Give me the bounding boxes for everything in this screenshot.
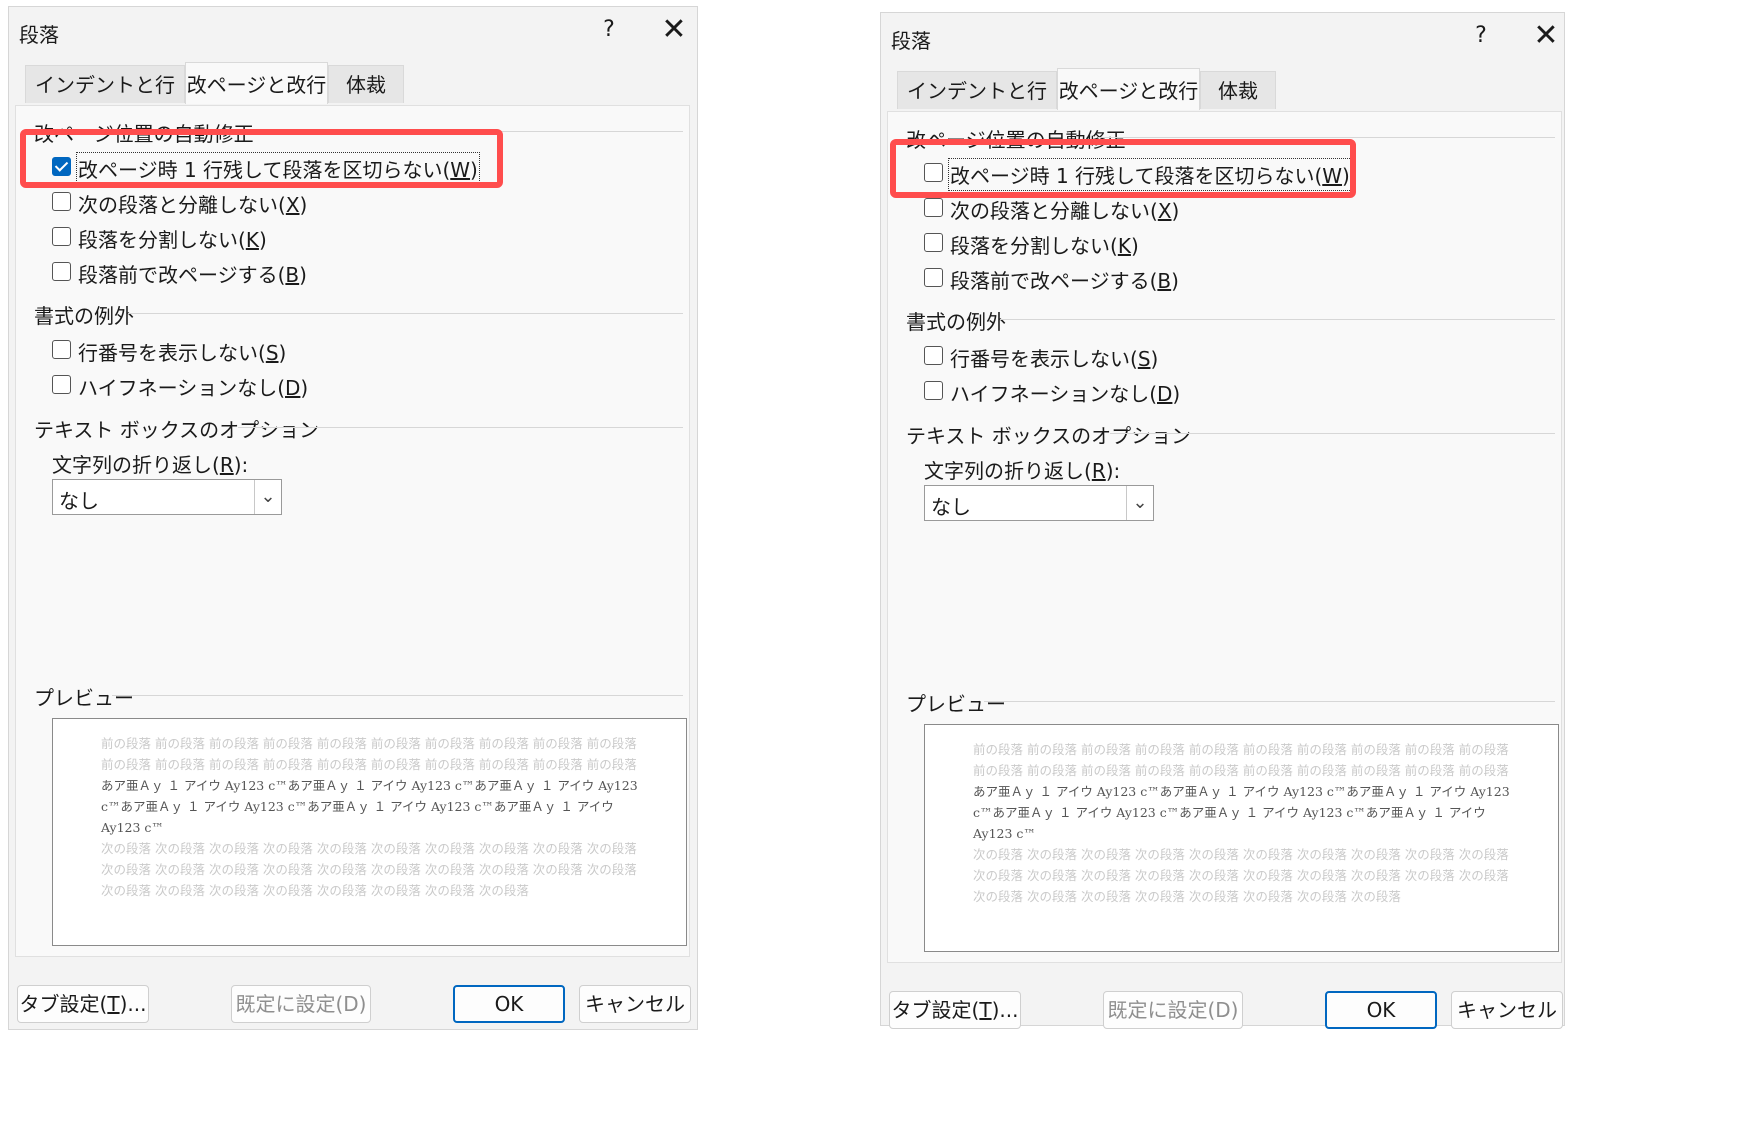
group-divider	[984, 701, 1555, 702]
tabs-button[interactable]: タブ設定(T)...	[889, 991, 1021, 1029]
text-wrap-value: なし	[931, 495, 971, 519]
keep-lines-together-checkbox[interactable]	[52, 227, 71, 246]
preview-previous-paragraph: 前の段落 前の段落 前の段落 前の段落 前の段落 前の段落 前の段落 前の段落 …	[101, 736, 637, 772]
text-wrap-select[interactable]: なし ⌄	[924, 485, 1154, 521]
highlight-box-left	[20, 129, 503, 188]
page-break-before-checkbox[interactable]	[924, 268, 943, 287]
ok-button[interactable]: OK	[1325, 991, 1437, 1029]
keep-lines-together-label[interactable]: 段落を分割しない(K)	[950, 230, 1139, 259]
keep-lines-together-label[interactable]: 段落を分割しない(K)	[78, 224, 267, 253]
set-as-default-button[interactable]: 既定に設定(D)	[1103, 991, 1243, 1029]
exceptions-heading: 書式の例外	[906, 310, 1006, 334]
chevron-down-icon[interactable]: ⌄	[254, 480, 281, 514]
page-break-before-label[interactable]: 段落前で改ページする(B)	[78, 259, 307, 288]
suppress-line-numbers-checkbox[interactable]	[924, 346, 943, 365]
group-divider	[128, 313, 683, 314]
group-divider	[112, 695, 683, 696]
text-wrap-label: 文字列の折り返し(R):	[52, 453, 249, 477]
tabs-button[interactable]: タブ設定(T)...	[17, 985, 149, 1023]
suppress-line-numbers-label[interactable]: )行番号を表示しない(S)	[78, 337, 286, 366]
keep-with-next-checkbox[interactable]	[52, 192, 71, 211]
preview-current-paragraph: あア亜Ａｙ １ アイウ Ay123 c™あア亜Ａｙ １ アイウ Ay123 c™…	[973, 784, 1510, 841]
exceptions-heading: 書式の例外	[34, 304, 134, 328]
preview-heading: プレビュー	[34, 686, 134, 710]
textbox-options-heading: テキスト ボックスのオプション	[906, 424, 1192, 448]
no-hyphenation-checkbox[interactable]	[52, 375, 71, 394]
no-hyphenation-checkbox[interactable]	[924, 381, 943, 400]
chevron-down-icon[interactable]: ⌄	[1126, 486, 1153, 520]
preview-box: 前の段落 前の段落 前の段落 前の段落 前の段落 前の段落 前の段落 前の段落 …	[52, 718, 687, 946]
cancel-button[interactable]: キャンセル	[579, 985, 691, 1023]
preview-previous-paragraph: 前の段落 前の段落 前の段落 前の段落 前の段落 前の段落 前の段落 前の段落 …	[973, 742, 1509, 778]
tab-typography[interactable]: 体裁	[328, 65, 404, 103]
keep-with-next-label[interactable]: 次の段落と分離しない(X)	[950, 195, 1179, 224]
preview-next-paragraph: 次の段落 次の段落 次の段落 次の段落 次の段落 次の段落 次の段落 次の段落 …	[101, 841, 637, 898]
group-divider	[1110, 433, 1555, 434]
group-divider	[238, 427, 683, 428]
preview-box: 前の段落 前の段落 前の段落 前の段落 前の段落 前の段落 前の段落 前の段落 …	[924, 724, 1559, 952]
cancel-button[interactable]: キャンセル	[1451, 991, 1563, 1029]
keep-lines-together-checkbox[interactable]	[924, 233, 943, 252]
keep-with-next-label[interactable]: 次の段落と分離しない(X)	[78, 189, 307, 218]
tab-indent-spacing[interactable]: インデントと行間隔	[25, 65, 185, 135]
ok-button[interactable]: OK	[453, 985, 565, 1023]
page-break-before-checkbox[interactable]	[52, 262, 71, 281]
tab-typography[interactable]: 体裁	[1200, 71, 1276, 109]
text-wrap-label: 文字列の折り返し(R):	[924, 459, 1121, 483]
dialog-title: 段落	[19, 23, 59, 47]
title-bar: 段落 ? ✕	[881, 13, 1564, 63]
highlight-box-right	[890, 139, 1356, 198]
text-wrap-select[interactable]: なし ⌄	[52, 479, 282, 515]
help-button[interactable]: ?	[1461, 23, 1501, 48]
page-break-before-label[interactable]: 段落前で改ページする(B)	[950, 265, 1179, 294]
text-wrap-value: なし	[59, 489, 99, 513]
tab-indent-spacing[interactable]: インデントと行間隔	[897, 71, 1057, 141]
suppress-line-numbers-label[interactable]: )行番号を表示しない(S)	[950, 343, 1158, 372]
textbox-options-heading: テキスト ボックスのオプション	[34, 418, 320, 442]
group-divider	[1098, 137, 1555, 138]
dialog-title: 段落	[891, 29, 931, 53]
group-divider	[1000, 319, 1555, 320]
no-hyphenation-label[interactable]: ハイフネーションなし(D)	[950, 378, 1180, 407]
tab-line-page-breaks[interactable]: 改ページと改行	[185, 62, 328, 104]
title-bar: 段落 ? ✕	[9, 7, 697, 57]
close-button[interactable]: ✕	[652, 12, 696, 47]
preview-current-paragraph: あア亜Ａｙ １ アイウ Ay123 c™あア亜Ａｙ １ アイウ Ay123 c™…	[101, 778, 638, 835]
no-hyphenation-label[interactable]: ハイフネーションなし(D)	[78, 372, 308, 401]
tab-line-page-breaks[interactable]: 改ページと改行	[1057, 68, 1200, 110]
close-button[interactable]: ✕	[1524, 18, 1568, 53]
suppress-line-numbers-checkbox[interactable]	[52, 340, 71, 359]
tab-panel: 改ページ位置の自動修正 改ページ時 1 行残して段落を区切らない(W) 次の段落…	[15, 105, 690, 957]
preview-heading: プレビュー	[906, 692, 1006, 716]
set-as-default-button[interactable]: 既定に設定(D)	[231, 985, 371, 1023]
tab-panel: 改ページ位置の自動修正 改ページ時 1 行残して段落を区切らない(W) 次の段落…	[887, 111, 1562, 963]
preview-next-paragraph: 次の段落 次の段落 次の段落 次の段落 次の段落 次の段落 次の段落 次の段落 …	[973, 847, 1509, 904]
help-button[interactable]: ?	[589, 17, 629, 42]
keep-with-next-checkbox[interactable]	[924, 198, 943, 217]
